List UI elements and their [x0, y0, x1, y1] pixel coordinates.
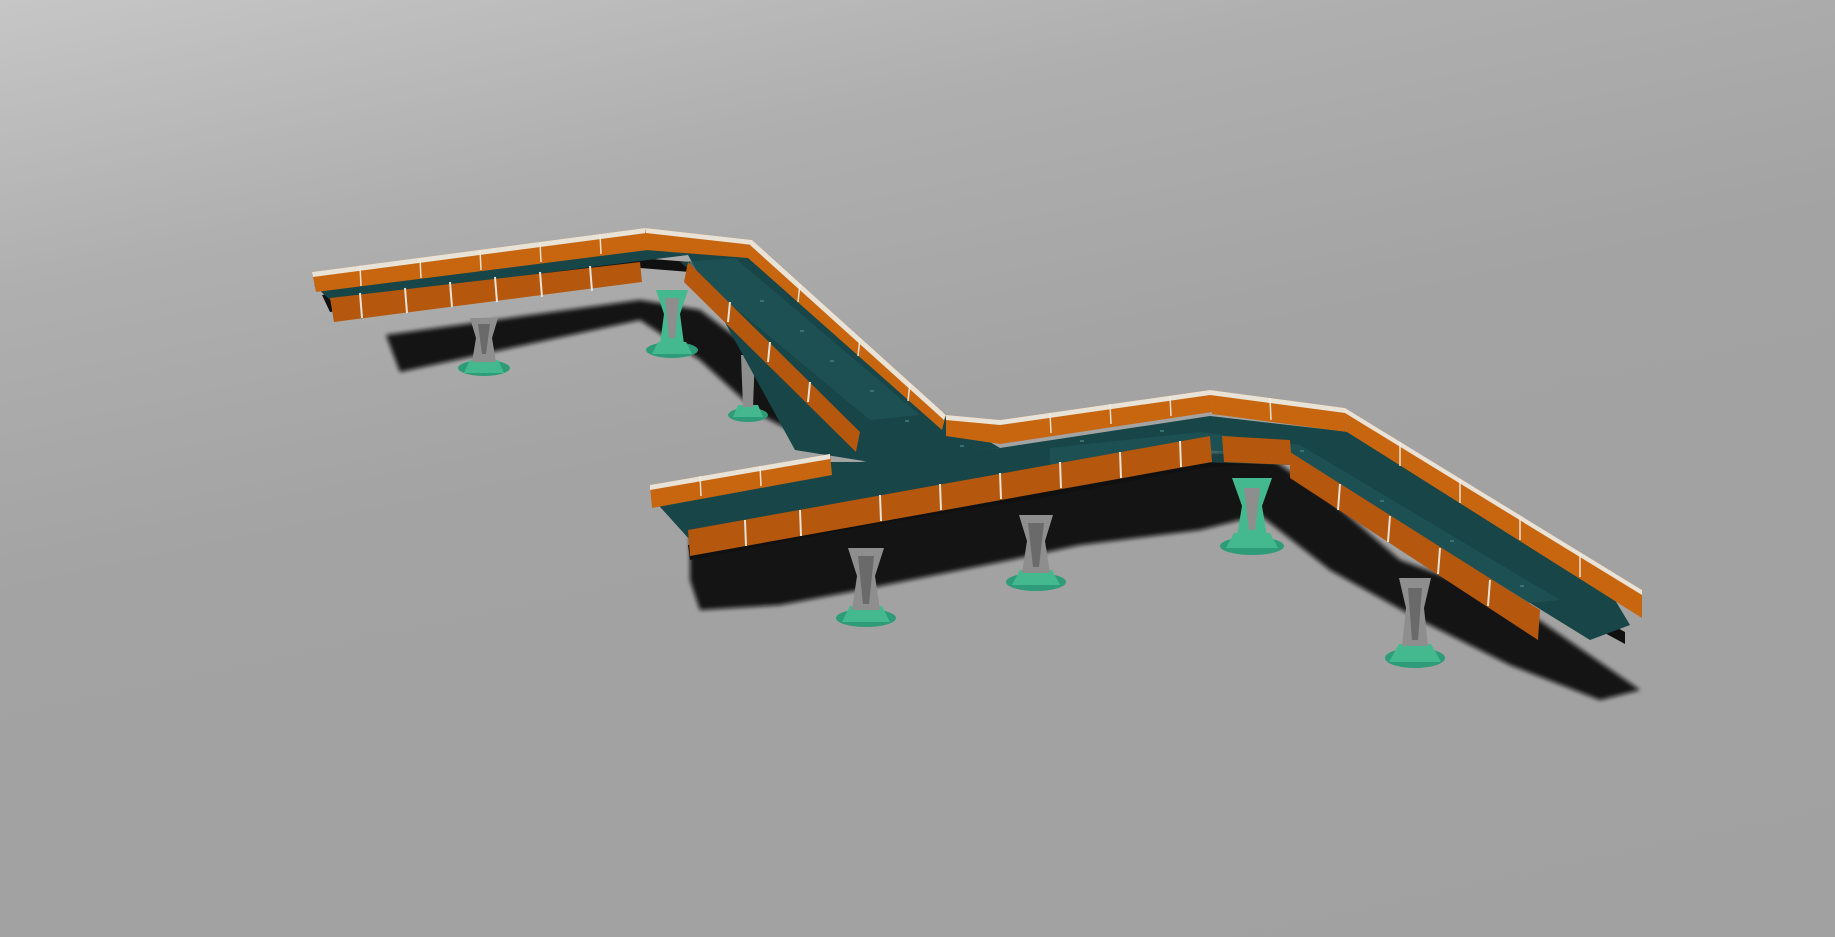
bridge-model: [312, 228, 1642, 700]
3d-viewport[interactable]: [0, 0, 1835, 937]
